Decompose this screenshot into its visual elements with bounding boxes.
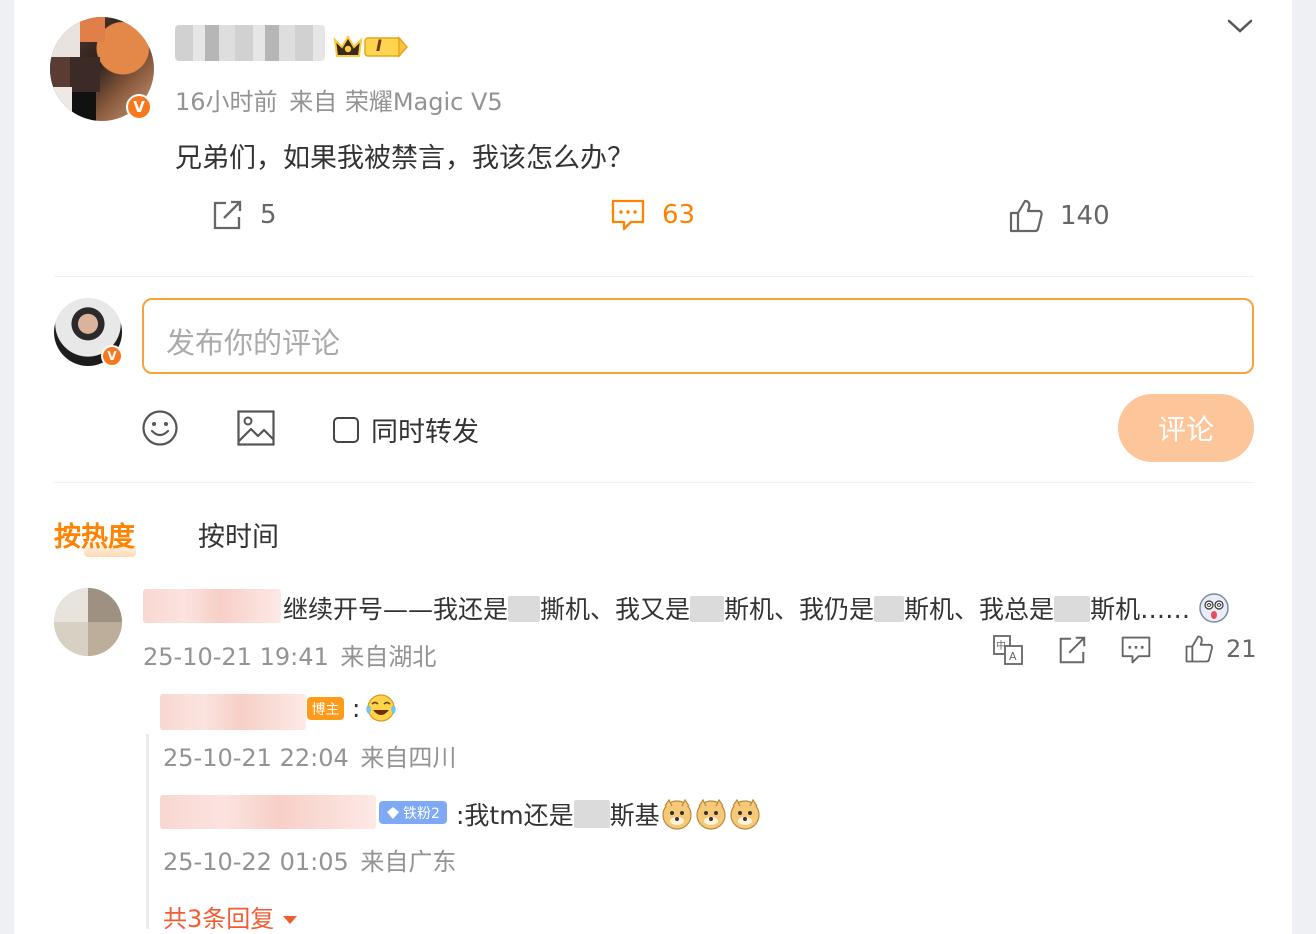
comment-text-part: 斯机、我仍是 <box>724 595 875 624</box>
share-icon[interactable] <box>1056 634 1088 666</box>
caret-down-icon <box>282 916 297 924</box>
reply-text: : <box>352 692 398 724</box>
svg-text:A: A <box>1009 650 1017 663</box>
comment-button[interactable]: 63 <box>610 198 695 232</box>
comment-text: 继续开号——我还是 撕机、我又是 斯机、我仍是 斯机、我总是 斯机…… <box>283 590 1230 626</box>
reply-author-name[interactable] <box>160 694 306 730</box>
avatar-mosaic <box>50 87 72 121</box>
reply-text: :我tm还是 斯基 <box>456 796 762 832</box>
avatar-mosaic <box>50 57 70 87</box>
submit-comment-button[interactable]: 评论 <box>1118 394 1254 462</box>
doge-emoji-icon <box>730 798 760 830</box>
like-button[interactable]: 140 <box>1008 198 1110 234</box>
repost-toggle[interactable]: 同时转发 <box>333 410 479 449</box>
avatar-mosaic <box>88 622 122 656</box>
redacted-block <box>508 596 541 622</box>
comment-count: 63 <box>662 200 696 230</box>
comment-meta: 25-10-21 19:41 来自湖北 <box>143 637 436 672</box>
share-button[interactable]: 5 <box>210 198 277 232</box>
reply-text-after: 斯基 <box>609 801 660 830</box>
comment-icon <box>611 199 645 231</box>
chevron-down-icon[interactable] <box>1226 16 1254 36</box>
translate-icon[interactable]: 中 A <box>992 634 1024 666</box>
post-time: 16小时前 <box>175 88 278 116</box>
comment-text-part: 斯机、我总是 <box>904 595 1055 624</box>
avatar-mosaic <box>54 622 88 656</box>
fan-badge-text: 铁粉2 <box>403 805 440 822</box>
diamond-icon <box>387 806 400 819</box>
reply-text-content: : <box>352 693 361 723</box>
svg-text:中: 中 <box>996 639 1006 652</box>
redacted-block <box>573 800 610 828</box>
reply-author-name[interactable] <box>160 795 376 829</box>
comment-location: 来自湖北 <box>340 643 437 671</box>
share-icon <box>213 200 242 230</box>
avatar-mosaic <box>88 588 122 622</box>
reply-location: 来自四川 <box>360 744 457 772</box>
reply-time: 25-10-22 01:05 <box>163 848 349 876</box>
repost-label: 同时转发 <box>371 417 479 448</box>
reply-meta: 25-10-22 01:05 来自广东 <box>163 842 456 877</box>
comment-icon[interactable] <box>1120 634 1152 666</box>
post-meta: 16小时前 来自 荣耀Magic V5 <box>175 82 503 117</box>
redacted-block <box>874 596 905 622</box>
laugh-cry-emoji-icon <box>366 694 397 722</box>
comment-text-part: 撕机、我又是 <box>540 595 691 624</box>
comment-placeholder: 发布你的评论 <box>166 326 341 360</box>
comment-input[interactable]: 发布你的评论 <box>142 298 1254 374</box>
like-icon <box>1185 635 1213 663</box>
image-icon[interactable] <box>236 409 276 447</box>
tab-time[interactable]: 按时间 <box>198 515 279 554</box>
like-icon <box>1009 199 1043 233</box>
post-body: 兄弟们，如果我被禁言，我该怎么办？ <box>175 143 634 174</box>
comment-like-count: 21 <box>1226 635 1257 663</box>
level-badge-text: I <box>376 36 382 55</box>
dizzy-face-emoji-icon <box>1199 593 1229 623</box>
author-name[interactable]: ********** <box>175 25 325 61</box>
comment-text-part: 斯机…… <box>1090 595 1191 624</box>
author-badge: 博主 <box>307 697 344 720</box>
reply-meta: 25-10-21 22:04 来自四川 <box>163 738 456 773</box>
share-count: 5 <box>260 200 277 230</box>
avatar-mosaic <box>50 17 80 57</box>
comment-text-part: 继续开号——我还是 <box>283 595 509 624</box>
verified-badge: V <box>126 94 152 120</box>
divider <box>54 276 1254 277</box>
reply-text-before: :我tm还是 <box>456 801 574 830</box>
comment-like-button[interactable]: 21 <box>1184 633 1257 665</box>
more-replies-link[interactable]: 共3条回复 <box>163 899 298 934</box>
reply-time: 25-10-21 22:04 <box>163 744 349 772</box>
emoji-icon[interactable] <box>141 409 179 447</box>
reply-location: 来自广东 <box>360 848 457 876</box>
doge-emoji-icon <box>662 798 692 830</box>
my-verified-badge: V <box>101 345 123 367</box>
post-source: 来自 荣耀Magic V5 <box>289 88 503 116</box>
commenter-name[interactable] <box>143 589 281 623</box>
avatar-mosaic <box>72 92 96 121</box>
redacted-block <box>690 596 725 622</box>
commenter-avatar[interactable] <box>54 588 122 656</box>
redacted-block <box>1054 596 1091 622</box>
tab-hot[interactable]: 按热度 <box>54 515 136 557</box>
more-replies-label: 共3条回复 <box>163 905 275 933</box>
avatar-mosaic <box>70 57 100 92</box>
crown-level-icon <box>333 35 409 58</box>
avatar-mosaic <box>54 588 88 622</box>
right-gutter <box>1300 0 1316 934</box>
like-count: 140 <box>1060 201 1110 231</box>
comment-time: 25-10-21 19:41 <box>143 643 329 671</box>
reply-thread-line <box>146 734 149 929</box>
fan-badge: 铁粉2 <box>379 801 447 824</box>
repost-checkbox[interactable] <box>333 416 359 443</box>
avatar-mosaic <box>80 17 105 42</box>
divider <box>54 482 1254 483</box>
doge-emoji-icon <box>696 798 726 830</box>
tab-hot-label: 按热度 <box>54 522 135 553</box>
